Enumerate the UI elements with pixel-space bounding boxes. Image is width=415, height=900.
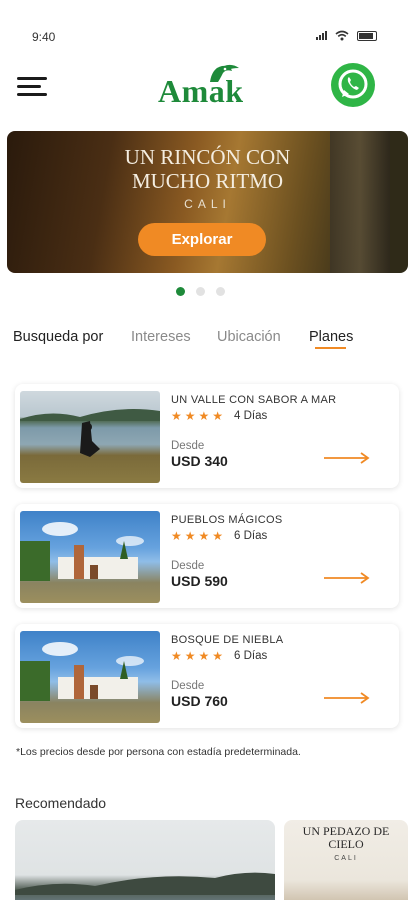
hero-title-line2: MUCHO RITMO — [131, 169, 284, 193]
battery-icon — [357, 30, 377, 41]
price-from-label: Desde — [171, 440, 205, 452]
arrow-right-icon[interactable] — [324, 692, 370, 704]
plan-price: USD 760 — [171, 693, 228, 709]
recommended-card[interactable]: UN PEDAZO DE CIELO CALI — [284, 820, 408, 900]
hero-title-line1: UN RINCÓN CON — [124, 145, 291, 169]
rating-stars-icon: ★★★★ — [171, 409, 227, 423]
plan-title: UN VALLE CON SABOR A MAR — [171, 394, 337, 406]
hero-banner[interactable]: UN RINCÓN CON MUCHO RITMO CALI Explorar — [7, 131, 408, 273]
plan-title: PUEBLOS MÁGICOS — [171, 514, 283, 526]
status-icons — [316, 30, 377, 41]
carousel-dot-1[interactable] — [176, 287, 185, 296]
app-header: Amak — [0, 58, 415, 118]
whatsapp-icon[interactable] — [331, 63, 375, 107]
recommended-card[interactable] — [15, 820, 275, 900]
plan-days: 4 Días — [234, 410, 268, 422]
explore-button[interactable]: Explorar — [138, 223, 266, 256]
plan-image — [20, 631, 160, 723]
arrow-right-icon[interactable] — [324, 572, 370, 584]
price-from-label: Desde — [171, 680, 205, 692]
plan-card[interactable]: PUEBLOS MÁGICOS ★★★★ 6 Días Desde USD 59… — [15, 504, 399, 608]
carousel-dot-3[interactable] — [216, 287, 225, 296]
status-time: 9:40 — [32, 30, 56, 44]
plan-image — [20, 391, 160, 483]
wifi-icon — [335, 30, 349, 41]
recommended-card-title-line2: CIELO — [328, 837, 364, 851]
plan-price: USD 340 — [171, 453, 228, 469]
rating-stars-icon: ★★★★ — [171, 529, 227, 543]
arrow-right-icon[interactable] — [324, 452, 370, 464]
search-by-label: Busqueda por — [13, 329, 104, 345]
plan-image — [20, 511, 160, 603]
price-from-label: Desde — [171, 560, 205, 572]
search-tabs: Busqueda por Intereses Ubicación Planes — [13, 327, 403, 351]
logo: Amak — [158, 62, 263, 114]
tab-planes[interactable]: Planes — [309, 329, 353, 345]
hero-title: UN RINCÓN CON MUCHO RITMO — [7, 145, 408, 193]
rating-stars-icon: ★★★★ — [171, 649, 227, 663]
status-bar: 9:40 — [0, 0, 415, 60]
plan-title: BOSQUE DE NIEBLA — [171, 634, 284, 646]
plan-card[interactable]: UN VALLE CON SABOR A MAR ★★★★ 4 Días Des… — [15, 384, 399, 488]
price-footnote: *Los precios desde por persona con estad… — [16, 746, 301, 758]
recommended-card-subtitle: CALI — [334, 855, 358, 862]
recommended-heading: Recomendado — [15, 795, 107, 811]
logo-text: Amak — [158, 73, 244, 109]
tab-intereses[interactable]: Intereses — [131, 329, 191, 345]
signal-icon — [316, 31, 327, 40]
tab-ubicacion[interactable]: Ubicación — [217, 329, 281, 345]
plan-card[interactable]: BOSQUE DE NIEBLA ★★★★ 6 Días Desde USD 7… — [15, 624, 399, 728]
plan-days: 6 Días — [234, 530, 268, 542]
recommended-card-title: UN PEDAZO DE CIELO — [284, 825, 408, 851]
plan-price: USD 590 — [171, 573, 228, 589]
carousel-dots — [176, 287, 225, 296]
plan-days: 6 Días — [234, 650, 268, 662]
hero-subtitle: CALI — [184, 197, 231, 211]
hamburger-icon[interactable] — [17, 77, 47, 97]
carousel-dot-2[interactable] — [196, 287, 205, 296]
active-tab-underline — [315, 347, 346, 349]
